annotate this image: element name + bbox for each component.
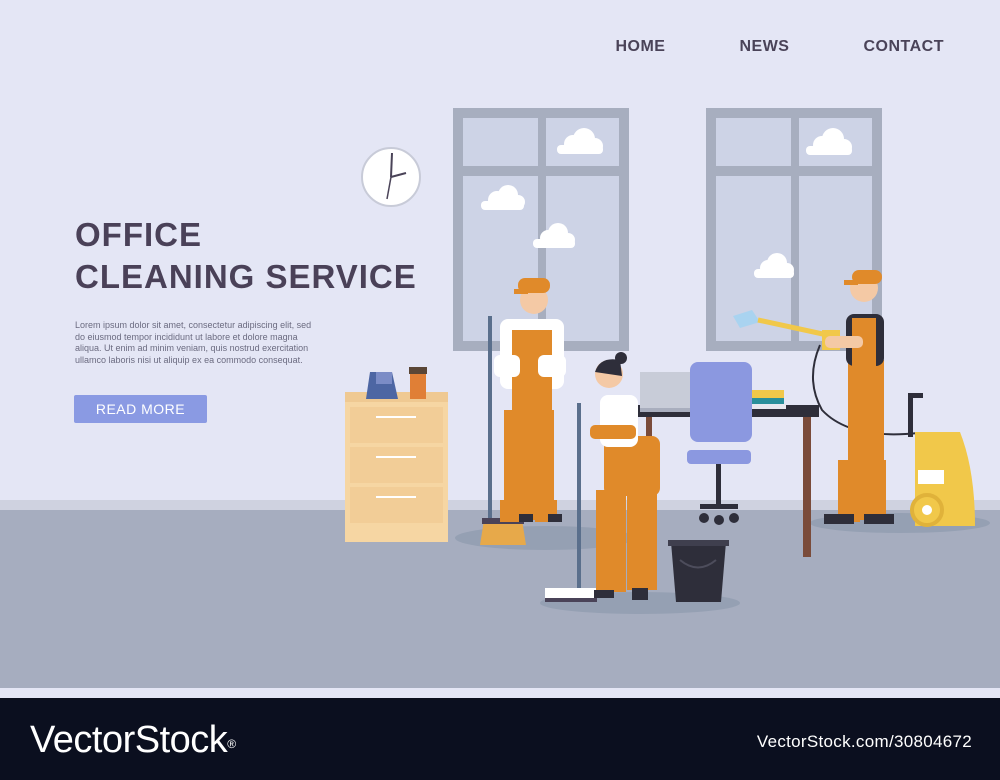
hero-description-line: Lorem ipsum dolor sit amet, consectetur … [75, 320, 312, 330]
vectorstock-logo: VectorStock® [30, 718, 236, 762]
top-navigation: HOME NEWS CONTACT [615, 38, 944, 56]
drawer-cabinet [345, 367, 448, 542]
window-left [453, 108, 629, 351]
hero-title-line: CLEANING SERVICE [75, 258, 417, 295]
vectorstock-logo-text: VectorStock [30, 719, 228, 761]
bucket [668, 540, 729, 602]
nav-link-contact[interactable]: CONTACT [863, 38, 944, 56]
nav-link-news[interactable]: NEWS [739, 38, 789, 56]
image-id: VectorStock.com/30804672 [756, 732, 972, 751]
trademark-mark: ® [227, 737, 236, 751]
nav-link-home[interactable]: HOME [615, 38, 665, 56]
hero-description-line: ullamco laboris nisi ut aliquip ex ea co… [75, 354, 303, 365]
hero-scene: HOME NEWS CONTACT OFFICE CLEANING SERVIC… [0, 0, 1000, 698]
read-more-button[interactable]: READ MORE [74, 395, 207, 423]
pressure-washer-machine [908, 393, 975, 527]
hero-description-line: do eiusmod tempor incididunt ut labore e… [75, 331, 298, 342]
landing-page: HOME NEWS CONTACT OFFICE CLEANING SERVIC… [0, 0, 1000, 780]
hero-title: OFFICE CLEANING SERVICE [75, 214, 417, 298]
hero-title-line: OFFICE [75, 216, 202, 253]
wall-clock-icon [361, 147, 421, 207]
office-chair [687, 362, 752, 525]
watermark-footer: VectorStock® VectorStock.com/30804672 [0, 698, 1000, 780]
hero-description: Lorem ipsum dolor sit amet, consectetur … [75, 320, 325, 366]
hero-description-line: aliqua. Ut enim ad minim veniam, quis no… [75, 343, 309, 353]
